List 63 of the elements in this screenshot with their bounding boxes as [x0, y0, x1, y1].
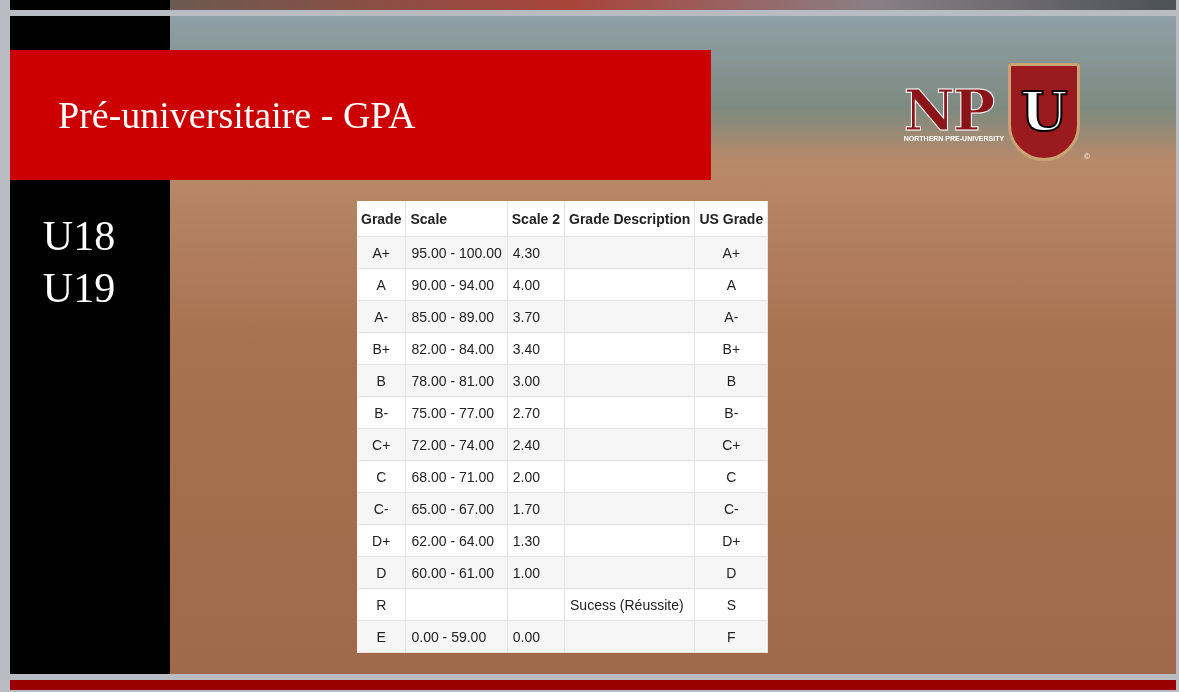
- table-cell: 2.70: [507, 396, 565, 429]
- table-cell: B-: [357, 396, 406, 429]
- column-header: Scale 2: [507, 201, 565, 237]
- age-group: U18: [42, 210, 116, 262]
- table-cell: 2.40: [507, 428, 565, 461]
- table-cell: 95.00 - 100.00: [405, 236, 508, 269]
- table-cell: B+: [357, 332, 406, 365]
- table-cell: 1.00: [507, 556, 565, 589]
- table-cell: F: [694, 620, 768, 653]
- table-cell: E: [357, 620, 406, 653]
- table-cell: 68.00 - 71.00: [405, 460, 508, 493]
- table-cell: S: [694, 588, 768, 621]
- table-cell: A+: [694, 236, 768, 269]
- table-cell: 0.00 - 59.00: [405, 620, 508, 653]
- column-header: Grade: [357, 201, 406, 237]
- table-cell: B+: [694, 332, 768, 365]
- table-cell: B: [357, 364, 406, 397]
- table-cell: 1.30: [507, 524, 565, 557]
- table-cell: C+: [357, 428, 406, 461]
- column-header: US Grade: [694, 201, 768, 237]
- table-cell: 4.00: [507, 268, 565, 301]
- table-cell: C-: [694, 492, 768, 525]
- table-cell: A-: [357, 300, 406, 333]
- table-cell: C-: [357, 492, 406, 525]
- slide-title: Pré-universitaire - GPA: [58, 93, 416, 137]
- table-cell: 62.00 - 64.00: [405, 524, 508, 557]
- table-cell: A+: [357, 236, 406, 269]
- table-cell: 3.40: [507, 332, 565, 365]
- table-cell: 4.30: [507, 236, 565, 269]
- table-cell: D+: [694, 524, 768, 557]
- column-header: Grade Description: [564, 201, 695, 237]
- table-cell: C: [357, 460, 406, 493]
- table-cell: 82.00 - 84.00: [405, 332, 508, 365]
- table-cell: 78.00 - 81.00: [405, 364, 508, 397]
- table-cell: 1.70: [507, 492, 565, 525]
- table-cell: A: [694, 268, 768, 301]
- copyright-mark: ©: [1084, 152, 1090, 161]
- table-cell: D: [357, 556, 406, 589]
- table-cell: Sucess (Réussite): [564, 588, 695, 621]
- table-cell: 65.00 - 67.00: [405, 492, 508, 525]
- shield-logo: U: [1008, 63, 1081, 161]
- table-cell: D: [694, 556, 768, 589]
- table-cell: 75.00 - 77.00: [405, 396, 508, 429]
- table-cell: 3.00: [507, 364, 565, 397]
- table-cell: 0.00: [507, 620, 565, 653]
- column-header: Scale: [405, 201, 508, 237]
- table-cell: [507, 588, 565, 621]
- table-cell: 72.00 - 74.00: [405, 428, 508, 461]
- table-cell: 2.00: [507, 460, 565, 493]
- table-cell: 3.70: [507, 300, 565, 333]
- age-group: U19: [42, 262, 116, 314]
- table-cell: A: [357, 268, 406, 301]
- table-cell: 85.00 - 89.00: [405, 300, 508, 333]
- table-cell: C+: [694, 428, 768, 461]
- table-cell: R: [357, 588, 406, 621]
- table-cell: C: [694, 460, 768, 493]
- table-cell: A-: [694, 300, 768, 333]
- table-cell: 60.00 - 61.00: [405, 556, 508, 589]
- table-cell: B: [694, 364, 768, 397]
- logo-letters: NP: [903, 85, 994, 135]
- table-cell: D+: [357, 524, 406, 557]
- table-cell: 90.00 - 94.00: [405, 268, 508, 301]
- table-cell: B-: [694, 396, 768, 429]
